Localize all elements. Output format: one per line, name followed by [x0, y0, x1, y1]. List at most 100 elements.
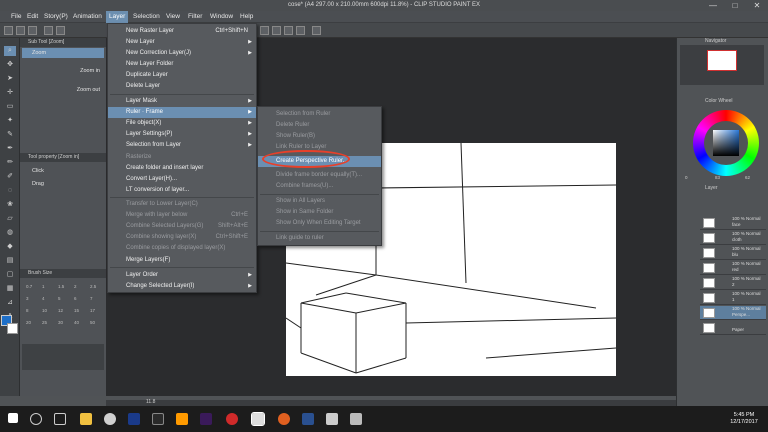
undo-icon[interactable]: [44, 26, 53, 35]
submenu-item[interactable]: Combine frames(U)...: [258, 181, 381, 192]
app-icon[interactable]: [302, 413, 314, 425]
layer-row[interactable]: 100 % Normal blu: [700, 246, 766, 260]
fill-icon[interactable]: [284, 26, 293, 35]
task-view-icon[interactable]: [54, 413, 66, 425]
app-icon[interactable]: [350, 413, 362, 425]
menu-item-ruler-frame[interactable]: Ruler · Frame ▶: [108, 107, 256, 118]
menu-item[interactable]: Transfer to Lower Layer(C): [108, 199, 256, 210]
brush-size-item[interactable]: 12: [58, 308, 63, 313]
fill-tool-icon[interactable]: ◆: [4, 242, 16, 252]
brush-size-item[interactable]: 10: [42, 308, 47, 313]
menu-view[interactable]: View: [163, 11, 183, 23]
menu-item[interactable]: Convert Layer(H)...: [108, 174, 256, 185]
premiere-icon[interactable]: [200, 413, 212, 425]
layer-row[interactable]: Paper: [700, 321, 766, 335]
layer-row[interactable]: 100 % Normal 2: [700, 276, 766, 290]
search-icon[interactable]: [30, 413, 42, 425]
zoom-readout[interactable]: 11.8: [146, 399, 155, 405]
menu-item[interactable]: Merge with layer below Ctrl+E: [108, 210, 256, 221]
submenu-item[interactable]: Show in Same Folder: [258, 207, 381, 218]
figure-tool-icon[interactable]: ▢: [4, 270, 16, 280]
move-tool-icon[interactable]: ✥: [4, 60, 16, 70]
pen-tool-icon[interactable]: ✒: [4, 144, 16, 154]
eraser-tool-icon[interactable]: ▱: [4, 214, 16, 224]
photoshop-icon[interactable]: [128, 413, 140, 425]
brush-size-item[interactable]: 3: [26, 296, 29, 301]
menu-animation[interactable]: Animation: [70, 11, 105, 23]
brush-tool-icon[interactable]: ✐: [4, 172, 16, 182]
menu-item[interactable]: New Raster Layer Ctrl+Shift+N: [108, 26, 256, 37]
gradient-tool-icon[interactable]: ▤: [4, 256, 16, 266]
brush-size-item[interactable]: 7: [90, 296, 93, 301]
menu-item[interactable]: Layer Order ▶: [108, 270, 256, 281]
submenu-item[interactable]: Selection from Ruler: [258, 109, 381, 120]
operation-tool-icon[interactable]: ➤: [4, 74, 16, 84]
menu-item[interactable]: New Layer ▶: [108, 37, 256, 48]
open-file-icon[interactable]: [16, 26, 25, 35]
brush-size-item[interactable]: 17: [90, 308, 95, 313]
zoom-out-item[interactable]: Zoom out: [22, 85, 104, 95]
color-saturation-square[interactable]: [713, 130, 739, 156]
submenu-item[interactable]: Show Ruler(B): [258, 131, 381, 142]
app-icon[interactable]: [226, 413, 238, 425]
brush-size-item[interactable]: 4: [42, 296, 45, 301]
new-file-icon[interactable]: [4, 26, 13, 35]
brush-size-item[interactable]: 5: [58, 296, 61, 301]
menu-window[interactable]: Window: [207, 11, 236, 23]
menu-filter[interactable]: Filter: [185, 11, 205, 23]
brush-size-item[interactable]: 2: [74, 284, 77, 289]
menu-item[interactable]: Create folder and insert layer: [108, 163, 256, 174]
menu-help[interactable]: Help: [237, 11, 256, 23]
snap-ruler-icon[interactable]: [312, 26, 321, 35]
save-icon[interactable]: [28, 26, 37, 35]
brush-size-item[interactable]: 25: [42, 320, 47, 325]
system-clock[interactable]: 5:45 PM 12/17/2017: [724, 412, 764, 426]
menu-item[interactable]: New Layer Folder: [108, 59, 256, 70]
windows-start-icon[interactable]: [8, 413, 18, 423]
clip-studio-icon[interactable]: [251, 412, 265, 426]
decoration-tool-icon[interactable]: ❀: [4, 200, 16, 210]
close-button[interactable]: ✕: [746, 0, 768, 11]
submenu-item[interactable]: Show in All Layers: [258, 196, 381, 207]
hue-value[interactable]: 0: [685, 175, 688, 180]
layer-row[interactable]: 100 % Normal face: [700, 216, 766, 230]
menu-item[interactable]: LT conversion of layer...: [108, 185, 256, 196]
layer-row[interactable]: 100 % Normal red: [700, 261, 766, 275]
blend-tool-icon[interactable]: ◍: [4, 228, 16, 238]
auto-select-tool-icon[interactable]: ✦: [4, 116, 16, 126]
pencil-tool-icon[interactable]: ✏: [4, 158, 16, 168]
menu-edit[interactable]: Edit: [24, 11, 41, 23]
minimize-button[interactable]: —: [702, 0, 724, 11]
brush-size-item[interactable]: 20: [26, 320, 31, 325]
submenu-item[interactable]: Show Only When Editing Target: [258, 218, 381, 229]
brush-size-item[interactable]: 40: [74, 320, 79, 325]
menu-item[interactable]: Change Selected Layer(I) ▶: [108, 281, 256, 292]
brush-size-item[interactable]: 0.7: [26, 284, 32, 289]
illustrator-icon[interactable]: [176, 413, 188, 425]
ruler-tool-icon[interactable]: ⊿: [4, 298, 16, 308]
transform-icon[interactable]: [296, 26, 305, 35]
layer-row[interactable]: 100 % Normal Perspe...: [700, 306, 766, 320]
brush-size-item[interactable]: 1.5: [58, 284, 64, 289]
color-wheel[interactable]: [693, 110, 759, 176]
subtool-zoom[interactable]: Zoom: [22, 48, 104, 58]
menu-item[interactable]: New Correction Layer(J) ▶: [108, 48, 256, 59]
invert-selection-icon[interactable]: [272, 26, 281, 35]
color-set-palette[interactable]: [22, 344, 104, 370]
brush-size-item[interactable]: 8: [26, 308, 29, 313]
menu-item[interactable]: Combine showing layer(X) Ctrl+Shift+E: [108, 232, 256, 243]
submenu-item[interactable]: Divide frame border equally(T)...: [258, 170, 381, 181]
zoom-in-item[interactable]: Zoom in: [22, 66, 104, 76]
value-value[interactable]: 62: [745, 175, 750, 180]
menu-selection[interactable]: Selection: [130, 11, 163, 23]
menu-item[interactable]: Combine Selected Layers(G) Shift+Alt+E: [108, 221, 256, 232]
menu-file[interactable]: File: [8, 11, 24, 23]
brush-size-item[interactable]: 1: [42, 284, 45, 289]
navigator-thumbnail[interactable]: [707, 50, 737, 71]
layer-row[interactable]: 100 % Normal 1: [700, 291, 766, 305]
menu-item[interactable]: Layer Settings(P) ▶: [108, 129, 256, 140]
menu-item[interactable]: File object(X) ▶: [108, 118, 256, 129]
layer-row[interactable]: 100 % Normal cloth: [700, 231, 766, 245]
sub-color-swatch[interactable]: [7, 323, 18, 334]
menu-item[interactable]: Combine copies of displayed layer(X): [108, 243, 256, 254]
